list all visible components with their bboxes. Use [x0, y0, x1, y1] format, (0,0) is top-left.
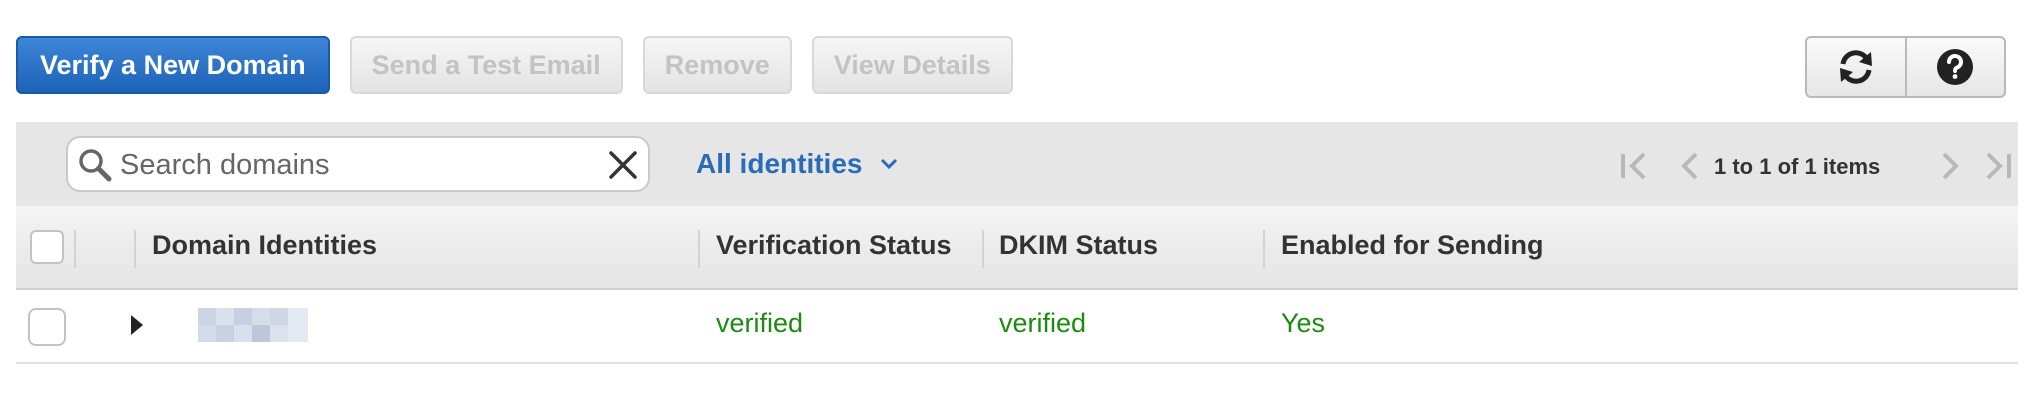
table-header: Domain Identities Verification Status DK…	[16, 206, 2018, 290]
column-divider	[698, 230, 700, 268]
column-divider	[982, 230, 984, 268]
send-test-email-button[interactable]: Send a Test Email	[349, 36, 623, 94]
expand-triangle-icon[interactable]	[129, 314, 145, 336]
close-icon[interactable]	[608, 150, 638, 180]
column-divider	[74, 230, 76, 268]
pagination-status: 1 to 1 of 1 items	[1714, 154, 1881, 179]
enabled-for-sending-value: Yes	[1281, 308, 1326, 338]
remove-button[interactable]: Remove	[642, 36, 792, 94]
pagination: 1 to 1 of 1 items	[1618, 150, 2018, 182]
last-page-icon[interactable]	[1980, 150, 2014, 182]
dkim-status-value: verified	[999, 308, 1087, 338]
identity-filter-dropdown[interactable]: All identities	[696, 148, 898, 180]
search-input[interactable]	[118, 146, 582, 184]
row-checkbox[interactable]	[28, 308, 66, 346]
domain-name-redacted[interactable]	[198, 308, 308, 342]
select-all-checkbox[interactable]	[30, 230, 64, 264]
next-page-icon[interactable]	[1938, 150, 1962, 182]
utility-button-group	[1805, 36, 2006, 98]
column-header-enabled-for-sending[interactable]: Enabled for Sending	[1281, 230, 1544, 261]
column-divider	[134, 230, 136, 268]
search-icon	[79, 149, 112, 182]
column-header-dkim-status[interactable]: DKIM Status	[999, 230, 1158, 261]
ses-domains-page: Verify a New Domain Send a Test Email Re…	[0, 0, 2034, 406]
filter-bar: All identities 1 to 1 of 1 items	[16, 122, 2018, 206]
verification-status-value: verified	[716, 308, 804, 338]
help-icon	[1937, 49, 1974, 85]
view-details-button[interactable]: View Details	[811, 36, 1013, 94]
chevron-down-icon	[881, 158, 898, 170]
first-page-icon[interactable]	[1618, 150, 1652, 182]
help-button[interactable]	[1904, 38, 2005, 96]
column-divider	[1263, 230, 1265, 268]
previous-page-icon[interactable]	[1678, 150, 1702, 182]
column-header-domain-identities[interactable]: Domain Identities	[152, 230, 377, 261]
verify-new-domain-button[interactable]: Verify a New Domain	[16, 36, 330, 94]
refresh-icon	[1839, 50, 1872, 84]
action-toolbar: Verify a New Domain Send a Test Email Re…	[16, 36, 1013, 96]
table-row[interactable]: verified verified Yes	[16, 290, 2018, 364]
search-box	[66, 136, 650, 192]
identity-filter-label: All identities	[696, 148, 863, 179]
refresh-button[interactable]	[1807, 38, 1905, 96]
column-header-verification-status[interactable]: Verification Status	[716, 230, 952, 261]
